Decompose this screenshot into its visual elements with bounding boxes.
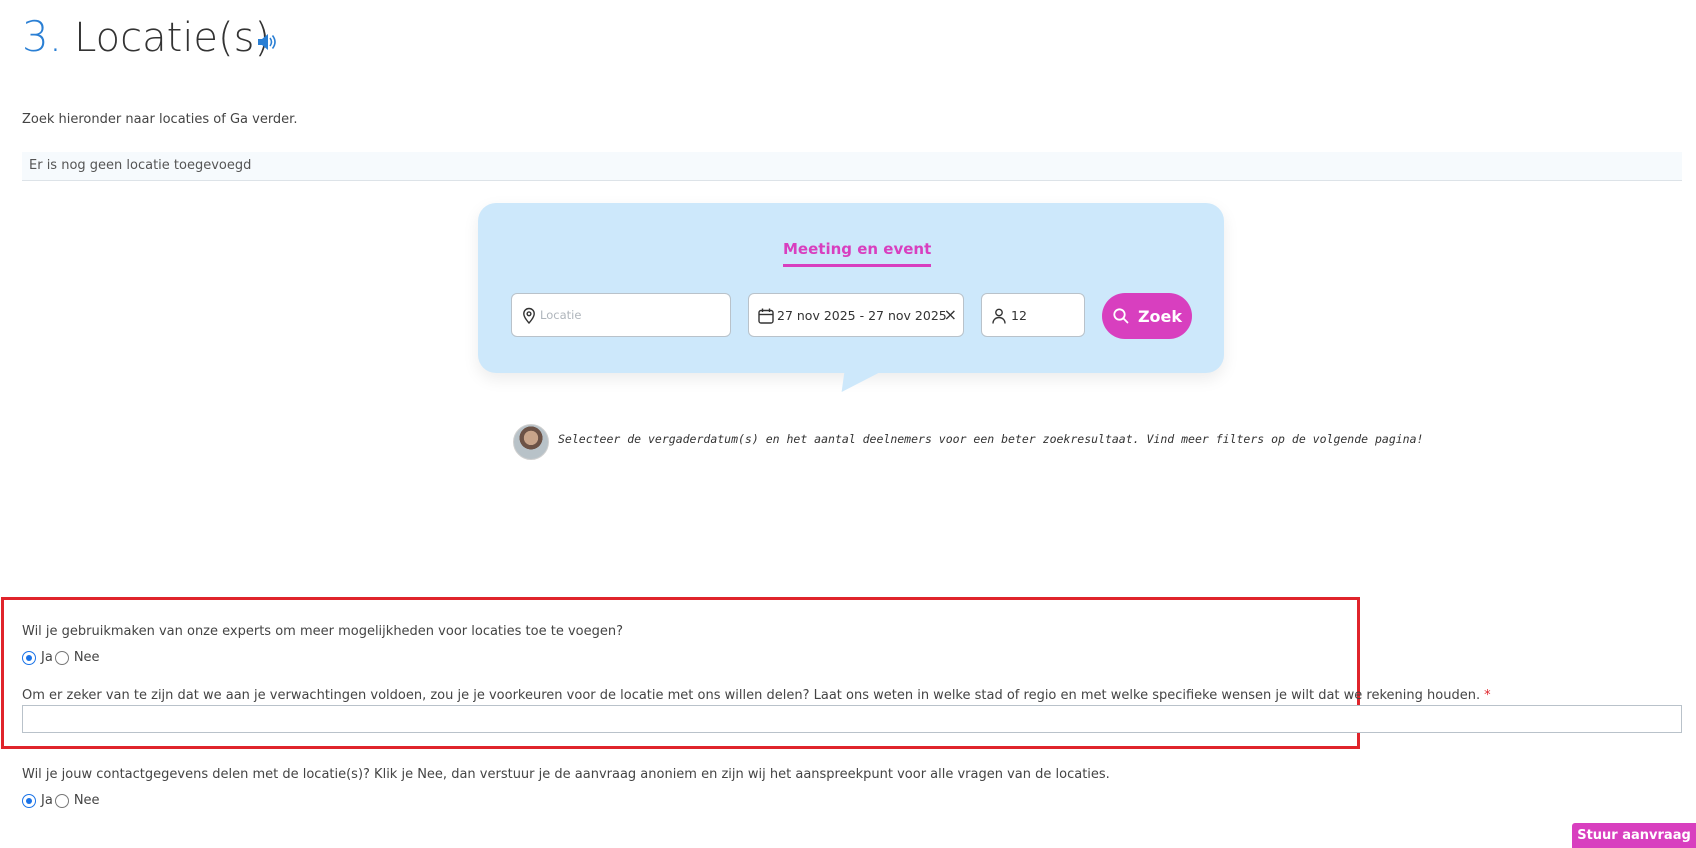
page-title: Locatie(s) xyxy=(74,15,271,61)
empty-location-text: Er is nog geen locatie toegevoegd xyxy=(29,158,252,173)
search-hint: Selecteer de vergaderdatum(s) en het aan… xyxy=(558,432,1424,446)
date-range-value: 27 nov 2025 - 27 nov 2025 xyxy=(777,308,947,323)
search-button[interactable]: Zoek xyxy=(1102,293,1192,339)
experts-question-label: Wil je gebruikmaken van onze experts om … xyxy=(22,624,623,639)
advisor-avatar xyxy=(513,424,549,460)
share-contact-option-nee[interactable]: Nee xyxy=(54,793,100,808)
section-number: 3. xyxy=(22,12,63,61)
radio-checked-icon[interactable] xyxy=(22,650,36,665)
share-contact-option-ja[interactable]: Ja xyxy=(22,793,53,808)
experts-radio-group: Ja Nee xyxy=(22,650,100,665)
location-pin-icon xyxy=(523,307,535,325)
calendar-icon xyxy=(758,308,774,324)
search-button-label: Zoek xyxy=(1137,306,1183,326)
location-input[interactable]: Locatie xyxy=(511,293,731,337)
experts-option-ja[interactable]: Ja xyxy=(22,650,53,665)
intro-text: Zoek hieronder naar locaties of Ga verde… xyxy=(22,112,298,127)
experts-option-nee[interactable]: Nee xyxy=(54,650,100,665)
guests-input[interactable]: 12 xyxy=(981,293,1085,337)
tab-meeting-en-event[interactable]: Meeting en event xyxy=(783,240,932,267)
preferences-question-label: Om er zeker van te zijn dat we aan je ve… xyxy=(22,688,1491,703)
radio-unchecked-icon[interactable] xyxy=(54,793,69,808)
search-icon xyxy=(1113,308,1129,324)
search-panel xyxy=(478,203,1224,373)
speech-bubble-tail xyxy=(827,372,881,392)
radio-unchecked-icon[interactable] xyxy=(54,650,69,665)
share-contact-question-label: Wil je jouw contactgegevens delen met de… xyxy=(22,767,1110,782)
date-range-input[interactable]: 27 nov 2025 - 27 nov 2025 × xyxy=(748,293,964,337)
preferences-input[interactable] xyxy=(22,705,1682,733)
guests-value: 12 xyxy=(1011,308,1027,323)
location-placeholder: Locatie xyxy=(540,308,582,322)
clear-date-icon[interactable]: × xyxy=(944,305,957,324)
speaker-icon[interactable] xyxy=(256,30,278,54)
section-heading: 3. Locatie(s) xyxy=(22,12,270,72)
required-marker: * xyxy=(1484,688,1491,703)
person-icon xyxy=(992,308,1006,324)
share-contact-radio-group: Ja Nee xyxy=(22,793,100,808)
empty-location-notice: Er is nog geen locatie toegevoegd xyxy=(22,152,1682,181)
submit-request-button[interactable]: Stuur aanvraag xyxy=(1572,823,1696,848)
radio-checked-icon[interactable] xyxy=(22,793,36,808)
